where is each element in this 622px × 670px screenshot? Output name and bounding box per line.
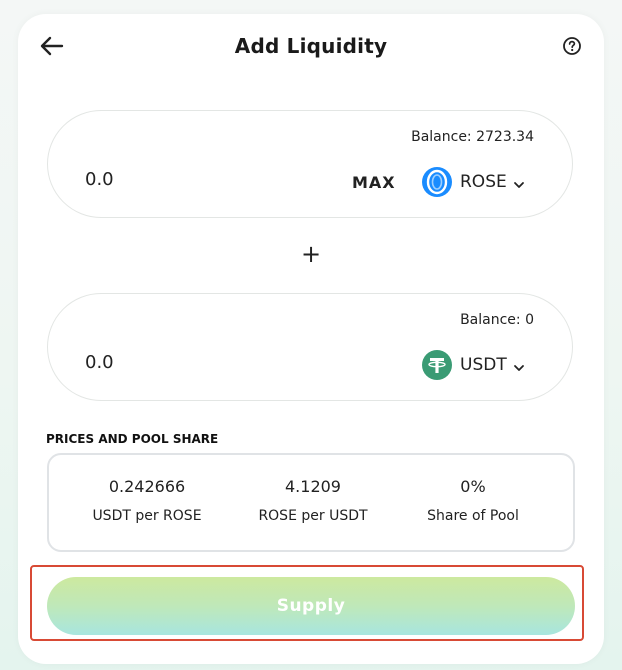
rose-token-icon [422,167,452,197]
chevron-down-icon [513,359,525,371]
pool-share-panel: 0.242666 USDT per ROSE 4.1209 ROSE per U… [47,453,575,552]
pool-share-heading: PRICES AND POOL SHARE [46,432,219,446]
plus-icon: + [300,240,322,268]
usdt-token-icon [422,350,452,380]
max-button[interactable]: MAX [352,173,396,192]
token-a-selector[interactable]: ROSE [422,165,525,199]
pool-stat-label: ROSE per USDT [258,508,368,524]
chevron-down-icon [513,176,525,188]
pool-stat-usdt-per-rose: 0.242666 USDT per ROSE [67,477,227,524]
pool-stat-share-of-pool: 0% Share of Pool [393,477,553,524]
token-b-amount-input[interactable] [85,352,285,373]
pool-stat-rose-per-usdt: 4.1209 ROSE per USDT [233,477,393,524]
token-a-input-panel: Balance: 2723.34 MAX ROSE [47,110,573,218]
token-a-symbol: ROSE [460,172,507,192]
token-b-symbol: USDT [460,355,507,375]
add-liquidity-card: Add Liquidity Balance: 2723.34 MAX ROSE [18,14,604,664]
question-circle-icon[interactable] [562,36,582,56]
token-b-input-panel: Balance: 0 USDT [47,293,573,401]
pool-stat-value: 4.1209 [285,477,341,496]
pool-stat-value: 0% [460,477,486,496]
token-a-balance: Balance: 2723.34 [411,129,534,145]
token-b-selector[interactable]: USDT [422,348,525,382]
pool-stat-label: USDT per ROSE [92,508,202,524]
header: Add Liquidity [18,14,604,78]
pool-stat-label: Share of Pool [427,508,519,524]
pool-stat-value: 0.242666 [108,477,186,496]
token-b-balance: Balance: 0 [460,312,534,328]
supply-button[interactable]: Supply [47,577,575,635]
page-title: Add Liquidity [234,34,388,58]
token-a-amount-input[interactable] [85,169,285,190]
